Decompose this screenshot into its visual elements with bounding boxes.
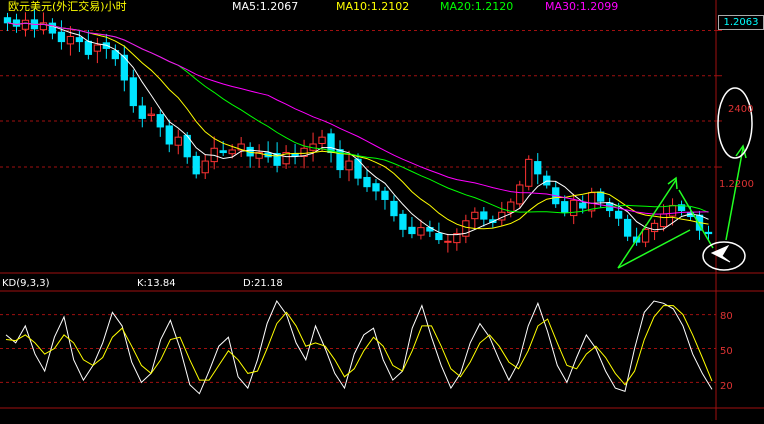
kd-level-80: 80 [720,311,733,322]
candle-body [614,210,623,219]
candle-body [623,218,632,237]
candle-body [597,191,605,202]
candle-body [327,133,335,154]
ma20-readout: MA20:1.2120 [440,0,514,13]
kd-level-20: 20 [720,381,733,392]
chart-canvas[interactable] [0,0,764,420]
candle-body [471,211,479,220]
candle-body [570,199,578,217]
annotation-circle-top [717,87,753,159]
candle-body [435,232,443,241]
d-value-readout: D:21.18 [243,278,283,289]
candle-body [138,105,146,119]
annotation-circle-bottom [702,241,746,271]
candle-body [201,160,209,174]
candle-body [399,213,407,230]
kd-indicator-title: KD(9,3,3) [2,278,50,289]
price-axis-label-top: 2400 [728,104,754,115]
candle-body [228,149,236,155]
candle-body [363,176,371,188]
candle-body [534,161,542,175]
candle-body [291,153,299,157]
candle-body [417,227,425,236]
candle-body [408,226,416,235]
k-value-readout: K:13.84 [137,278,176,289]
ma30-readout: MA30:1.2099 [545,0,619,13]
annotation-arrow-up-head [667,176,678,190]
price-axis-label-mid: 1.2200 [719,179,754,190]
candle-body [659,213,668,228]
candle-body [525,158,533,187]
candle-body [192,155,200,175]
candle-body [480,211,488,220]
candle-body [93,44,102,52]
candle-body [345,160,353,171]
candle-body [21,19,30,30]
ma5-readout: MA5:1.2067 [232,0,299,13]
candle-body [147,113,155,116]
candle-body [318,136,326,144]
annotation-arrow-right [725,147,744,241]
candle-body [120,54,128,81]
candle-body [75,37,84,43]
candle-body [561,201,569,213]
candle-body [129,77,137,107]
candle-body [57,31,66,43]
candle-body [704,231,713,235]
candle-body [3,17,12,24]
candle-body [165,125,173,145]
candle-body [48,22,57,34]
candle-body [588,192,596,212]
kd-level-50: 50 [720,346,733,357]
candle-body [219,150,227,154]
candle-body [174,136,182,146]
candle-body [390,200,398,217]
candle-body [66,35,75,45]
candle-body [579,202,587,209]
candle-body [516,184,524,205]
current-price-tag: 1.2063 [718,15,764,30]
candle-body [641,228,650,243]
candle-body [381,190,389,200]
candle-body [668,204,677,217]
arrow-cursor-icon [710,244,731,263]
candle-body [372,183,380,192]
candle-body [84,40,93,55]
chart-title: 欧元美元(外汇交易)小时 [8,0,127,13]
ma10-readout: MA10:1.2102 [336,0,410,13]
chart-window: 欧元美元(外汇交易)小时 MA5:1.2067 MA10:1.2102 MA20… [0,0,764,420]
candle-body [156,114,164,128]
candle-body [650,222,659,233]
candle-body [444,240,452,243]
candle-body [12,19,21,27]
